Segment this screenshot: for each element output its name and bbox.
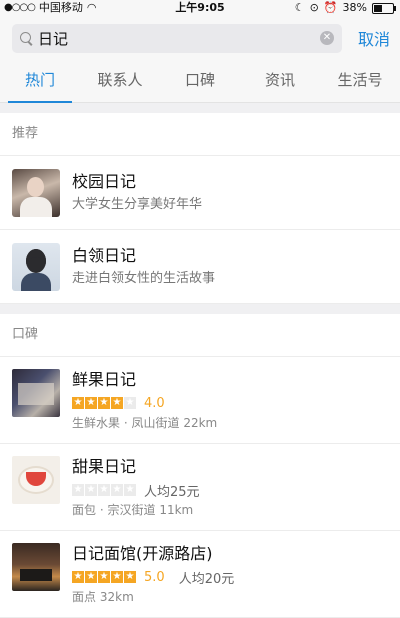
store-meta: 生鲜水果 · 凤山街道 22km bbox=[72, 413, 217, 433]
store-thumbnail bbox=[12, 543, 60, 591]
star-icon: ★ bbox=[124, 484, 136, 496]
section-divider bbox=[0, 103, 400, 113]
star-icon: ★ bbox=[98, 571, 110, 583]
average-price: 人均20元 bbox=[178, 571, 235, 587]
koubei-section-header: 口碑 bbox=[0, 314, 400, 357]
star-rating: ★ ★ ★ ★ ★ bbox=[72, 484, 136, 496]
star-icon: ★ bbox=[98, 397, 110, 409]
star-rating: ★ ★ ★ ★ ★ bbox=[72, 571, 136, 583]
star-rating: ★ ★ ★ ★ ★ bbox=[72, 397, 136, 409]
store-meta: 面包 · 宗汉街道 11km bbox=[72, 500, 200, 520]
search-bar: 日记 ✕ 取消 bbox=[0, 16, 400, 60]
rating-row: ★ ★ ★ ★ ★ 5.0 人均20元 bbox=[72, 567, 234, 587]
battery-percent: 38% bbox=[342, 1, 367, 14]
store-category: 面包 bbox=[72, 503, 97, 517]
avatar bbox=[12, 168, 60, 217]
recommend-section-header: 推荐 bbox=[0, 113, 400, 156]
section-divider bbox=[0, 304, 400, 314]
store-category: 生鲜水果 bbox=[72, 416, 121, 430]
result-tabs: 热门 联系人 口碑 资讯 生活号 bbox=[0, 60, 400, 103]
rating-row: ★ ★ ★ ★ ★ 人均25元 bbox=[72, 480, 200, 500]
star-icon: ★ bbox=[72, 571, 84, 583]
store-thumbnail bbox=[12, 456, 60, 504]
item-title: 白领日记 bbox=[72, 245, 137, 265]
star-icon: ★ bbox=[111, 397, 123, 409]
search-icon bbox=[20, 32, 32, 44]
star-icon: ★ bbox=[72, 397, 84, 409]
moon-icon: ☾ bbox=[294, 1, 305, 14]
store-meta: 面点 32km bbox=[72, 587, 234, 607]
store-street: 凤山街道 bbox=[131, 416, 184, 430]
cancel-button[interactable]: 取消 bbox=[358, 26, 390, 50]
store-category: 面点 bbox=[72, 590, 97, 604]
tab-news[interactable]: 资讯 bbox=[240, 60, 320, 102]
item-subtitle: 走进白领女性的生活故事 bbox=[72, 270, 216, 286]
status-bar: ●○○○ 中国移动 ◠ 上午9:05 ☾ ⊙ ⏰ 38% bbox=[0, 0, 400, 16]
star-icon: ★ bbox=[85, 397, 97, 409]
store-name: 甜果日记 bbox=[72, 457, 137, 476]
store-item-sweet-fruit[interactable]: 甜果日记 ★ ★ ★ ★ ★ 人均25元 面包 · 宗汉街道 11km bbox=[0, 444, 400, 531]
star-icon: ★ bbox=[111, 571, 123, 583]
store-item-diary-noodle[interactable]: 日记面馆(开源路店) ★ ★ ★ ★ ★ 5.0 人均20元 面点 32km bbox=[0, 531, 400, 618]
rating-score: 5.0 bbox=[144, 569, 165, 585]
rating-row: ★ ★ ★ ★ ★ 4.0 bbox=[72, 393, 217, 413]
search-field[interactable]: 日记 ✕ bbox=[12, 23, 342, 53]
item-title: 校园日记 bbox=[72, 171, 137, 191]
star-icon: ★ bbox=[124, 571, 136, 583]
tab-contacts[interactable]: 联系人 bbox=[80, 60, 160, 102]
star-icon: ★ bbox=[98, 484, 110, 496]
store-name: 日记面馆(开源路店) bbox=[72, 544, 213, 563]
store-name: 鲜果日记 bbox=[72, 370, 137, 389]
store-distance: 32km bbox=[99, 590, 134, 604]
rating-score: 4.0 bbox=[144, 395, 165, 411]
recommend-item-campus-diary[interactable]: 校园日记 大学女生分享美好年华 bbox=[0, 156, 400, 230]
avatar bbox=[12, 242, 60, 291]
star-icon: ★ bbox=[124, 397, 136, 409]
recommend-item-office-diary[interactable]: 白领日记 走进白领女性的生活故事 bbox=[0, 230, 400, 304]
star-icon: ★ bbox=[111, 484, 123, 496]
star-icon: ★ bbox=[85, 571, 97, 583]
clear-icon[interactable]: ✕ bbox=[319, 31, 334, 45]
store-item-fresh-fruit[interactable]: 鲜果日记 ★ ★ ★ ★ ★ 4.0 生鲜水果 · 凤山街道 22km bbox=[0, 357, 400, 444]
search-input[interactable]: 日记 bbox=[38, 28, 320, 49]
star-icon: ★ bbox=[72, 484, 84, 496]
store-distance: 22km bbox=[183, 416, 218, 430]
tab-koubei[interactable]: 口碑 bbox=[160, 60, 240, 102]
store-street: 宗汉街道 bbox=[107, 503, 160, 517]
average-price: 人均25元 bbox=[144, 484, 200, 500]
star-icon: ★ bbox=[85, 484, 97, 496]
tab-hot[interactable]: 热门 bbox=[0, 60, 80, 103]
store-distance: 11km bbox=[159, 503, 194, 517]
battery-icon bbox=[372, 2, 396, 14]
rotation-lock-icon: ⊙ bbox=[309, 1, 319, 14]
alarm-icon: ⏰ bbox=[323, 1, 338, 14]
store-thumbnail bbox=[12, 369, 60, 417]
battery-level bbox=[374, 4, 382, 12]
item-subtitle: 大学女生分享美好年华 bbox=[72, 196, 203, 212]
tab-life-account[interactable]: 生活号 bbox=[320, 60, 400, 102]
